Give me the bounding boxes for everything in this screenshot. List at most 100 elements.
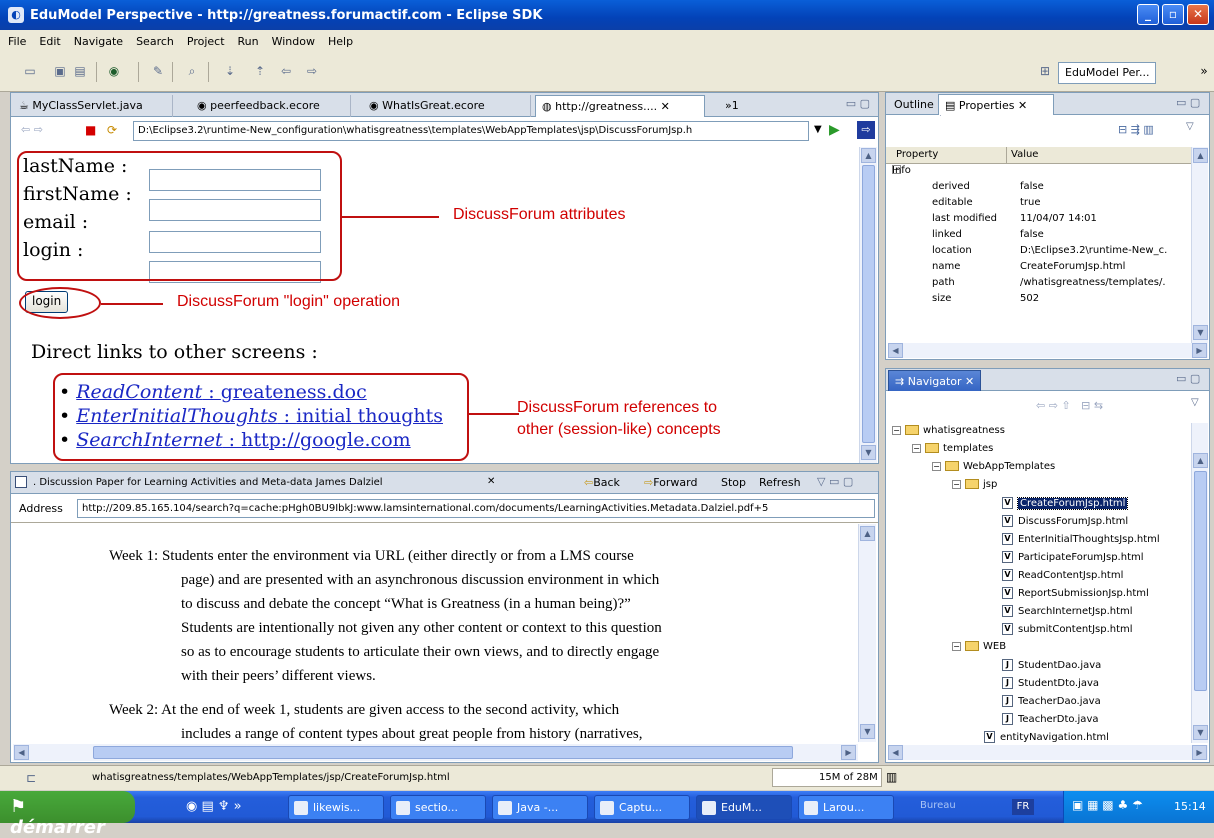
tree-folder[interactable]: − jsp bbox=[952, 479, 997, 490]
table-row[interactable]: size 502 bbox=[886, 293, 1186, 310]
minimize-maximize-icon[interactable]: ▭ ▢ bbox=[1176, 96, 1200, 109]
tree-file[interactable]: V ParticipateForumJsp.html bbox=[1002, 551, 1144, 563]
menu-search[interactable]: Search bbox=[136, 35, 174, 48]
tree-file[interactable]: V DiscussForumJsp.html bbox=[1002, 515, 1128, 527]
scroll-down-icon[interactable]: ▼ bbox=[1193, 725, 1208, 740]
taskbar-item[interactable]: Captu... bbox=[594, 795, 690, 820]
scroll-right-icon[interactable]: ▶ bbox=[1192, 745, 1207, 760]
table-row[interactable]: name CreateForumJsp.html bbox=[886, 261, 1186, 278]
tree-file[interactable]: V SearchInternetJsp.html bbox=[1002, 605, 1133, 617]
view-menu-icon[interactable]: ▽ bbox=[1186, 121, 1194, 132]
close-button[interactable]: ✕ bbox=[1187, 4, 1209, 25]
browser-address-input[interactable]: http://209.85.165.104/search?q=cache:pHg… bbox=[77, 499, 875, 518]
search-icon[interactable]: ⌕ bbox=[184, 63, 200, 79]
editor-address-input[interactable]: D:\Eclipse3.2\runtime-New_configuration\… bbox=[133, 121, 809, 141]
go-icon[interactable]: ▶ bbox=[829, 122, 840, 138]
browser-vscrollbar[interactable]: ▲ ▼ bbox=[858, 524, 876, 742]
taskbar-item[interactable]: sectio... bbox=[390, 795, 486, 820]
browser-hscrollbar[interactable]: ◀ ▶ bbox=[13, 744, 858, 761]
scroll-up-icon[interactable]: ▲ bbox=[861, 148, 876, 163]
tab-peerfeedback[interactable]: ◉ peerfeedback.ecore bbox=[191, 95, 351, 117]
minimize-maximize-icon[interactable]: ▭ ▢ bbox=[846, 97, 870, 110]
tree-file[interactable]: V ReadContentJsp.html bbox=[1002, 569, 1123, 581]
perspective-button[interactable]: EduModel Per... bbox=[1058, 62, 1157, 84]
quicklaunch-icons[interactable]: ◉ ▤ ♆ » bbox=[186, 799, 242, 814]
tab-whatisgreat[interactable]: ◉ WhatIsGreat.ecore bbox=[363, 95, 531, 117]
tree-folder[interactable]: − WEB bbox=[952, 641, 1006, 652]
tab-navigator[interactable]: ⇉ Navigator ✕ bbox=[888, 370, 982, 391]
editor-scrollbar[interactable]: ▲ ▼ bbox=[859, 147, 877, 463]
scroll-right-icon[interactable]: ▶ bbox=[1192, 343, 1207, 358]
properties-hscrollbar[interactable]: ◀ ▶ bbox=[888, 343, 1208, 358]
scroll-thumb[interactable] bbox=[862, 165, 875, 443]
start-button[interactable]: ⚑ démarrer bbox=[0, 791, 135, 838]
stop-icon[interactable]: ■ bbox=[85, 123, 96, 137]
tab-myclassservlet[interactable]: ☕ MyClassServlet.java bbox=[13, 95, 173, 117]
refresh-icon[interactable]: ⟳ bbox=[107, 123, 117, 137]
menu-project[interactable]: Project bbox=[187, 35, 225, 48]
back-button[interactable]: ⇦Back bbox=[584, 476, 620, 489]
table-row[interactable]: editable true bbox=[886, 197, 1186, 214]
scroll-left-icon[interactable]: ◀ bbox=[888, 745, 903, 760]
pen-icon[interactable]: ✎ bbox=[150, 63, 166, 79]
heap-status[interactable]: 15M of 28M bbox=[772, 768, 882, 787]
address-dropdown-icon[interactable]: ▼ bbox=[814, 124, 822, 135]
close-icon[interactable]: ✕ bbox=[487, 476, 495, 487]
more-perspectives-icon[interactable]: » bbox=[1196, 63, 1212, 79]
tree-file[interactable]: VentityNavigation.html bbox=[984, 731, 1109, 743]
minimize-button[interactable]: _ bbox=[1137, 4, 1159, 25]
tree-file[interactable]: J TeacherDao.java bbox=[1002, 695, 1101, 707]
fast-view-icon[interactable]: ⊏ bbox=[26, 771, 36, 785]
refresh-button[interactable]: Refresh bbox=[759, 476, 801, 489]
print-icon[interactable]: ▤ bbox=[72, 63, 88, 79]
tree-file[interactable]: V EnterInitialThoughtsJsp.html bbox=[1002, 533, 1160, 545]
maximize-button[interactable]: ▫ bbox=[1162, 4, 1184, 25]
scroll-down-icon[interactable]: ▼ bbox=[1193, 325, 1208, 340]
tree-folder[interactable]: − templates bbox=[912, 443, 993, 454]
properties-vscrollbar[interactable]: ▲ ▼ bbox=[1191, 147, 1208, 343]
gc-icon[interactable]: ▥ bbox=[886, 770, 897, 784]
scroll-right-icon[interactable]: ▶ bbox=[841, 745, 856, 760]
taskbar-item[interactable]: EduM... bbox=[696, 795, 792, 820]
save-icon[interactable]: ▣ bbox=[52, 63, 68, 79]
table-row[interactable]: last modified 11/04/07 14:01 bbox=[886, 213, 1186, 230]
desktop-toolbar[interactable]: Bureau bbox=[920, 800, 956, 811]
menu-navigate[interactable]: Navigate bbox=[74, 35, 123, 48]
tree-file[interactable]: J StudentDto.java bbox=[1002, 677, 1099, 689]
scroll-up-icon[interactable]: ▲ bbox=[860, 526, 875, 541]
tray-icons[interactable]: ▣ ▦ ▩ ♣ ☂ bbox=[1072, 798, 1143, 812]
language-indicator[interactable]: FR bbox=[1012, 799, 1034, 815]
open-perspective-icon[interactable]: ⊞ bbox=[1037, 63, 1053, 79]
taskbar-item[interactable]: Java -... bbox=[492, 795, 588, 820]
tree-file[interactable]: V CreateForumJsp.html bbox=[1002, 497, 1129, 510]
scroll-left-icon[interactable]: ◀ bbox=[888, 343, 903, 358]
tree-file[interactable]: V ReportSubmissionJsp.html bbox=[1002, 587, 1149, 599]
minimize-maximize-icon[interactable]: ▭ ▢ bbox=[1176, 372, 1200, 385]
next-annotation-icon[interactable]: ⇣ bbox=[222, 63, 238, 79]
stop-button[interactable]: Stop bbox=[721, 476, 746, 489]
table-row[interactable]: location D:\Eclipse3.2\runtime-New_c. bbox=[886, 245, 1186, 262]
menu-help[interactable]: Help bbox=[328, 35, 353, 48]
tab-browser[interactable]: ◍ http://greatness.... ✕ bbox=[535, 95, 705, 117]
menu-window[interactable]: Window bbox=[272, 35, 315, 48]
browser-nav-icons[interactable]: ⇦ ⇨ bbox=[21, 123, 43, 136]
tree-file[interactable]: VsubmitContentJsp.html bbox=[1002, 623, 1133, 635]
tab-overflow[interactable]: »1 bbox=[719, 95, 745, 117]
tree-project[interactable]: − whatisgreatness bbox=[892, 425, 1005, 436]
table-row[interactable]: path/whatisgreatness/templates/. bbox=[886, 277, 1186, 294]
properties-group[interactable]: − Info bbox=[886, 165, 1186, 182]
taskbar-item[interactable]: likewis... bbox=[288, 795, 384, 820]
menu-run[interactable]: Run bbox=[238, 35, 259, 48]
tree-folder[interactable]: − WebAppTemplates bbox=[932, 461, 1055, 472]
scroll-up-icon[interactable]: ▲ bbox=[1193, 148, 1208, 163]
view-menu-icon[interactable]: ▽ ▭ ▢ bbox=[817, 475, 853, 488]
scroll-up-icon[interactable]: ▲ bbox=[1193, 453, 1208, 468]
table-row[interactable]: derived false bbox=[886, 181, 1186, 198]
menu-edit[interactable]: Edit bbox=[39, 35, 60, 48]
scroll-thumb[interactable] bbox=[1194, 471, 1207, 691]
navigator-vscrollbar[interactable]: ▲ ▼ bbox=[1191, 423, 1208, 743]
view-menu-icon[interactable]: ▽ bbox=[1191, 397, 1199, 408]
tree-file[interactable]: J TeacherDto.java bbox=[1002, 713, 1098, 725]
navigator-hscrollbar[interactable]: ◀ ▶ bbox=[888, 745, 1208, 760]
hscroll-thumb[interactable] bbox=[93, 746, 793, 759]
